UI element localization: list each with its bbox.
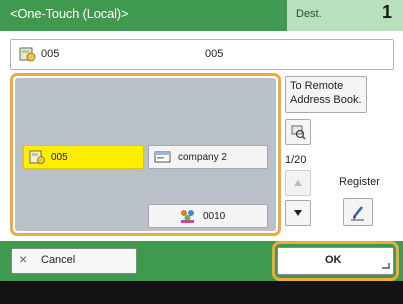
destination-label: company 2 (178, 151, 227, 163)
arrow-down-icon (294, 210, 302, 216)
destination-button-005[interactable]: 005 (23, 145, 144, 169)
page-indicator: 1/20 (285, 154, 307, 166)
destination-button-0010[interactable]: 0010 (148, 204, 268, 228)
dest-label: Dest. (296, 8, 322, 20)
scroll-down-button[interactable] (285, 200, 311, 226)
dest-count: 1 (382, 2, 393, 22)
group-people-icon (181, 210, 194, 223)
selected-destination-field[interactable] (10, 39, 394, 70)
group-window-icon (154, 151, 171, 163)
detail-search-icon (291, 125, 306, 140)
scroll-up-button[interactable] (285, 170, 311, 196)
field-address-name: 005 (205, 48, 224, 60)
register-button[interactable] (343, 198, 373, 226)
arrow-up-icon (294, 180, 302, 186)
cancel-label: Cancel (41, 254, 76, 266)
register-label: Register (339, 176, 380, 188)
remote-button-label-line1: To Remote (290, 80, 344, 92)
ok-label: OK (325, 254, 342, 266)
address-book-card-icon (29, 150, 45, 164)
bottom-status-strip (0, 281, 403, 304)
destination-label: 005 (51, 151, 68, 163)
destination-button-company-2[interactable]: company 2 (148, 145, 268, 169)
remote-button-label-line2: Address Book. (290, 94, 362, 106)
corner-mark-icon (382, 263, 390, 269)
address-book-card-icon (19, 47, 36, 62)
destination-label: 0010 (203, 210, 226, 222)
pen-register-icon (351, 206, 364, 221)
page-title: <One-Touch (Local)> (10, 6, 129, 21)
close-icon: × (19, 251, 28, 267)
details-button[interactable] (285, 119, 311, 145)
field-address-number: 005 (41, 48, 60, 60)
